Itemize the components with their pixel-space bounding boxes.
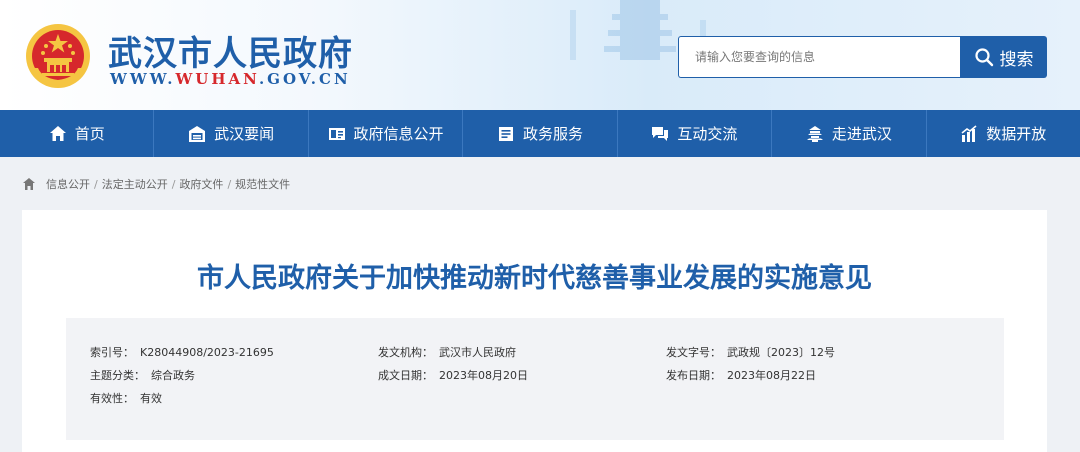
meta-value: 有效 [140,392,162,405]
nav-item-gov-info[interactable]: 政府信息公开 [309,110,464,157]
breadcrumb: 信息公开 / 法定主动公开 / 政府文件 / 规范性文件 [22,175,290,193]
document-meta-panel: 索引号： K28044908/2023-21695 发文机构： 武汉市人民政府 发文… [66,318,1004,440]
breadcrumb-item[interactable]: 法定主动公开 [102,176,168,192]
search-input[interactable] [678,36,960,78]
meta-value: 武政规〔2023〕12号 [727,346,835,359]
site-url-accent: WUHAN [175,70,259,88]
site-url-suffix: .GOV.CN [258,70,351,88]
home-icon[interactable] [22,177,36,191]
meta-value: 2023年08月20日 [439,369,528,382]
nav-item-news[interactable]: 武汉要闻 [154,110,309,157]
breadcrumb-separator: / [94,177,98,191]
home-icon [49,125,66,141]
breadcrumb-separator: / [227,177,232,191]
news-icon [189,125,206,142]
document-card: 市人民政府关于加快推动新时代慈善事业发展的实施意见 索引号： K28044908/… [22,210,1047,452]
meta-value: 2023年08月22日 [727,369,816,382]
data-chart-icon [961,124,977,142]
nav-item-label: 政府信息公开 [353,125,444,143]
site-title[interactable]: 武汉市人民政府 [108,26,353,75]
nav-item-about-wuhan[interactable]: 走进武汉 [772,110,927,157]
meta-written-date: 成文日期： 2023年08月20日 [378,367,528,383]
info-card-icon [328,127,345,140]
meta-value: K28044908/2023-21695 [140,346,274,359]
meta-category: 主题分类： 综合政务 [90,367,195,383]
breadcrumb-item[interactable]: 信息公开 [46,176,90,192]
search-icon [974,48,993,67]
breadcrumb-item[interactable]: 政府文件 [179,176,223,192]
nav-item-home[interactable]: 首页 [0,110,155,157]
nav-item-open-data[interactable]: 数据开放 [927,110,1080,157]
meta-value: 综合政务 [151,369,195,382]
meta-issuer: 发文机构： 武汉市人民政府 [378,344,516,360]
site-header: 武汉市人民政府 WWW.WUHAN.GOV.CN 搜索 [0,0,1080,110]
meta-doc-number: 发文字号： 武政规〔2023〕12号 [666,344,835,360]
meta-value: 武汉市人民政府 [439,346,516,359]
nav-item-label: 数据开放 [986,125,1047,143]
breadcrumb-item[interactable]: 规范性文件 [235,176,290,192]
nav-item-label: 首页 [74,125,105,143]
nav-item-label: 走进武汉 [831,125,892,143]
meta-label: 主题分类： [90,369,145,382]
meta-label: 有效性： [90,392,134,405]
nav-item-label: 政务服务 [522,125,583,143]
meta-label: 发布日期： [666,369,721,382]
search-button[interactable]: 搜索 [960,36,1047,78]
breadcrumb-separator: / [171,177,176,191]
meta-validity: 有效性： 有效 [90,390,162,406]
service-icon [498,126,513,141]
meta-index: 索引号： K28044908/2023-21695 [90,344,274,360]
nav-item-interaction[interactable]: 互动交流 [618,110,773,157]
national-emblem-icon [26,24,90,88]
nav-item-label: 互动交流 [677,125,738,143]
site-url: WWW.WUHAN.GOV.CN [110,70,351,88]
meta-published-date: 发布日期： 2023年08月22日 [666,367,816,383]
nav-item-services[interactable]: 政务服务 [463,110,618,157]
chat-icon [652,126,669,141]
main-nav: 首页 武汉要闻 政府信息公开 政务服务 互动交流 走进武汉 数据开放 [0,110,1080,157]
site-url-prefix: WWW. [110,70,176,88]
nav-item-label: 武汉要闻 [214,125,275,143]
meta-label: 成文日期： [378,369,433,382]
meta-label: 发文字号： [666,346,721,359]
meta-label: 发文机构： [378,346,433,359]
document-title: 市人民政府关于加快推动新时代慈善事业发展的实施意见 [197,263,872,294]
search-button-label: 搜索 [999,49,1034,70]
landmark-icon [806,125,823,142]
meta-label: 索引号： [90,346,134,359]
